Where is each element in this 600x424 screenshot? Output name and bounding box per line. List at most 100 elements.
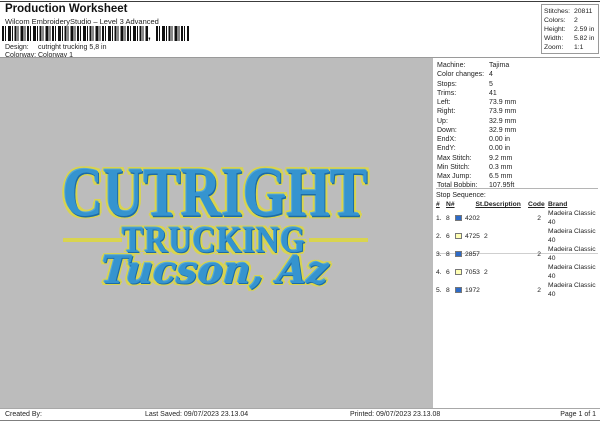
row-brand: Madeira Classic 40 — [548, 264, 596, 280]
width-value: 5.82 in — [574, 35, 595, 43]
barcode-secondary-icon — [156, 26, 189, 41]
machine-row: Trims: 41 — [437, 89, 598, 98]
colors-label: Colors: — [544, 16, 566, 24]
left-value: 73.9 mm — [489, 99, 517, 106]
min-stitch-value: 0.3 mm — [489, 163, 513, 171]
row-needle: 8 — [446, 286, 450, 294]
stop-sequence-row: 2. 6 4725 2 Madeira Classic 40 — [436, 227, 598, 245]
max-stitch-value: 9.2 mm — [489, 154, 513, 162]
divider-dash-left — [63, 238, 122, 242]
stop-sequence-title: Stop Sequence: — [436, 192, 486, 199]
trims-value: 41 — [489, 89, 497, 97]
max-stitch-label: Max Stitch: — [437, 154, 472, 162]
machine-row: Max Stitch: 9.2 mm — [437, 154, 598, 163]
row-code: 2 — [537, 250, 541, 258]
stop-sequence-row: 4. 6 7053 2 Madeira Classic 40 — [436, 263, 598, 281]
row-stitches: 4202 — [465, 214, 480, 222]
row-description: 2 — [484, 268, 488, 276]
right-label: Right: — [437, 108, 456, 116]
design-summary-box: Stitches: 20811 Colors: 2 Height: 2.59 in W… — [541, 4, 599, 54]
thread-color-swatch — [455, 232, 462, 240]
summary-row: Zoom: 1:1 — [544, 43, 596, 52]
stop-sequence-table: # N# St. Description Code Brand 1. 8 420… — [436, 200, 598, 299]
summary-row: Height: 2.59 in — [544, 25, 596, 34]
machine-value: Tajima — [489, 62, 510, 69]
up-label: Up: — [437, 117, 448, 125]
machine-row: Left: 73.9 mm — [437, 98, 598, 107]
colors-value: 2 — [574, 16, 578, 24]
design-row: Design: cutright trucking 5,8 in — [5, 44, 106, 51]
stop-sequence-section: Stop Sequence: # N# St. Description Code… — [436, 188, 598, 298]
stop-sequence-row: 5. 8 1972 2 Madeira Classic 40 — [436, 281, 598, 299]
summary-row: Colors: 2 — [544, 16, 596, 25]
stitches-value: 20811 — [574, 7, 593, 15]
color-changes-label: Color changes: — [437, 71, 485, 79]
production-worksheet-page: Production Worksheet Wilcom EmbroiderySt… — [0, 0, 600, 424]
row-num: 2. — [436, 232, 442, 240]
up-value: 32.9 mm — [489, 117, 517, 125]
stop-sequence-row: 3. 8 2857 2 Madeira Classic 40 — [436, 245, 598, 263]
col-needle-header: N# — [446, 201, 455, 208]
stops-label: Stops: — [437, 80, 457, 88]
top-rule — [0, 1, 600, 2]
machine-row: Right: 73.9 mm — [437, 107, 598, 116]
row-num: 5. — [436, 286, 442, 294]
design-value: cutright trucking 5,8 in — [38, 43, 107, 51]
row-num: 1. — [436, 214, 442, 222]
thread-color-swatch — [455, 214, 462, 222]
zoom-value: 1:1 — [574, 44, 584, 52]
row-stitches: 2857 — [465, 250, 480, 258]
row-brand: Madeira Classic 40 — [548, 210, 596, 226]
row-code: 2 — [537, 214, 541, 222]
page-title: Production Worksheet — [5, 3, 128, 15]
endx-label: EndX: — [437, 136, 457, 143]
summary-row: Width: 5.82 in — [544, 34, 596, 43]
row-num: 3. — [436, 250, 442, 258]
down-value: 32.9 mm — [489, 126, 517, 134]
col-code-header: Code — [528, 201, 545, 208]
machine-row: Down: 32.9 mm — [437, 126, 598, 135]
row-description: 2 — [484, 232, 488, 240]
created-by-label: Created By: — [5, 411, 42, 418]
col-num-header: # — [436, 201, 440, 208]
col-brand-header: Brand — [548, 201, 568, 208]
max-jump-label: Max Jump: — [437, 173, 472, 180]
design-text-cutright: CUTRIGHT — [62, 154, 368, 232]
row-code: 2 — [537, 286, 541, 294]
max-jump-value: 6.5 mm — [489, 173, 513, 180]
barcode-primary-icon — [2, 26, 148, 41]
trims-label: Trims: — [437, 89, 457, 97]
barcode-separator: , — [148, 31, 151, 42]
row-stitches: 4725 — [465, 232, 480, 240]
row-needle: 8 — [446, 250, 450, 258]
min-stitch-label: Min Stitch: — [437, 163, 470, 171]
col-st-header: St. — [475, 201, 484, 208]
stitches-label: Stitches: — [544, 7, 571, 15]
machine-row: Stops: 5 — [437, 80, 598, 89]
machine-row: EndX: 0.00 in — [437, 135, 598, 144]
thread-color-swatch — [455, 250, 462, 258]
col-description-header: Description — [484, 201, 521, 208]
row-needle: 6 — [446, 268, 450, 276]
row-needle: 8 — [446, 214, 450, 222]
design-text-tucson-az: Tucson, Az — [99, 247, 331, 292]
row-needle: 6 — [446, 232, 450, 240]
row-brand: Madeira Classic 40 — [548, 246, 596, 262]
machine-row: EndY: 0.00 in — [437, 144, 598, 153]
color-changes-value: 4 — [489, 71, 493, 79]
machine-row: Color changes: 4 — [437, 70, 598, 79]
endx-value: 0.00 in — [489, 136, 511, 143]
app-subtitle: Wilcom EmbroideryStudio – Level 3 Advanc… — [5, 16, 159, 26]
height-value: 2.59 in — [574, 25, 595, 33]
last-saved-timestamp: Last Saved: 09/07/2023 23.13.04 — [145, 411, 249, 418]
row-stitches: 1972 — [465, 286, 480, 294]
width-label: Width: — [544, 35, 564, 43]
endy-label: EndY: — [437, 145, 456, 153]
divider-dash-right — [309, 238, 368, 242]
stop-sequence-header-row: # N# St. Description Code Brand — [436, 200, 598, 209]
thread-color-swatch — [455, 268, 462, 276]
endy-value: 0.00 in — [489, 145, 511, 153]
machine-info-panel: Machine: Tajima Color changes: 4 Stops: 5 T… — [437, 61, 598, 191]
machine-label: Machine: — [437, 62, 466, 69]
design-preview-canvas: CUTRIGHT TRUCKING Tucson, Az — [0, 58, 433, 408]
